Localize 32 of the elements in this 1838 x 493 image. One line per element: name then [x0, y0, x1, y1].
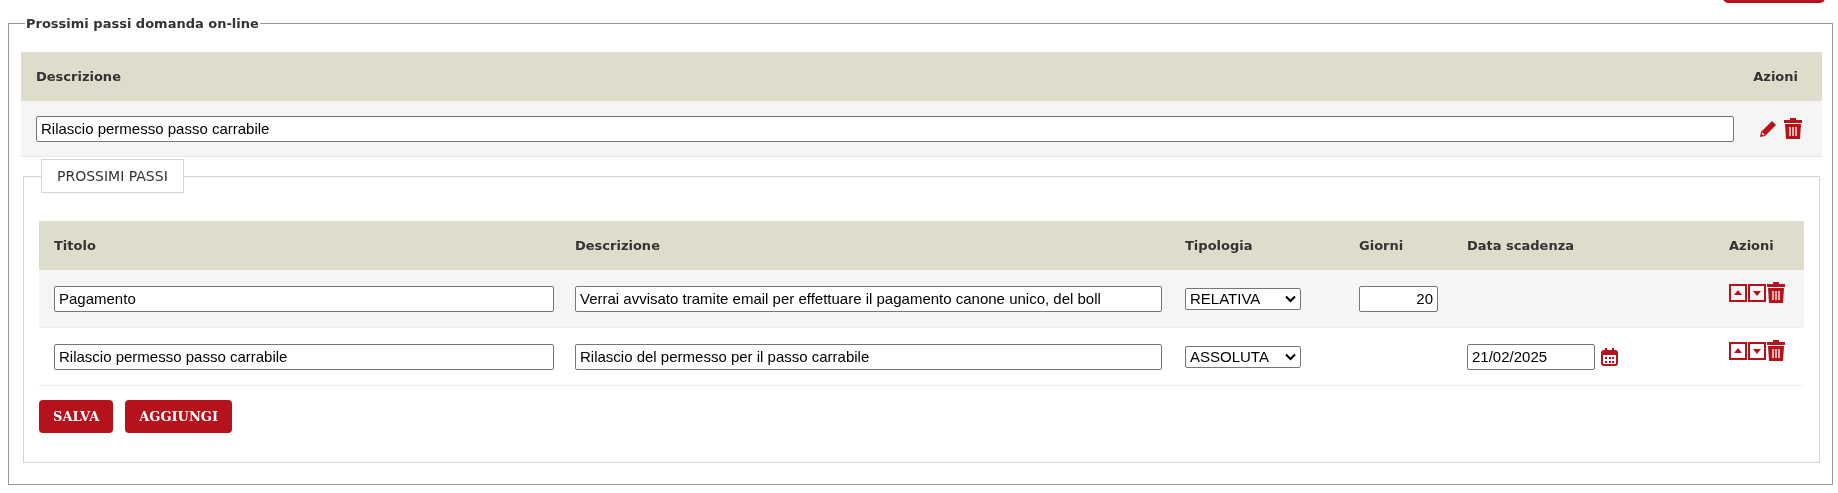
description-field[interactable]: Rilascio permesso passo carrabile	[36, 115, 1734, 142]
move-down-icon[interactable]	[1748, 341, 1766, 360]
chevron-down-icon[interactable]	[1285, 352, 1296, 361]
column-header: Descrizione	[36, 69, 121, 84]
column-header: Azioni	[1729, 238, 1775, 253]
column-header: Data scadenza	[1467, 238, 1575, 253]
description-field[interactable]: Rilascio del permesso per il passo carrabile	[575, 343, 1162, 370]
title-field[interactable]: Rilascio permesso passo carrabile	[54, 343, 554, 370]
trash-icon[interactable]	[1767, 340, 1785, 361]
trash-icon[interactable]	[1784, 118, 1802, 139]
column-header: Descrizione	[575, 238, 661, 253]
days-field[interactable]: 20	[1359, 285, 1438, 312]
move-down-icon[interactable]	[1748, 283, 1766, 302]
type-select[interactable]: ASSOLUTA	[1185, 345, 1301, 368]
column-header: Azioni	[1753, 69, 1798, 84]
calendar-icon[interactable]	[1601, 347, 1618, 366]
column-header: Giorni	[1359, 238, 1405, 253]
column-header: Tipologia	[1185, 238, 1254, 253]
type-select[interactable]: RELATIVA	[1185, 287, 1301, 310]
steps-title: PROSSIMI PASSI	[41, 159, 184, 193]
chevron-down-icon[interactable]	[1285, 294, 1296, 303]
description-field[interactable]: Verrai avvisato tramite email per effettuare il pagamento canone unico, del boll	[575, 285, 1162, 312]
trash-icon[interactable]	[1767, 282, 1785, 303]
date-field[interactable]: 21/02/2025	[1467, 343, 1595, 370]
action-button[interactable]: AGGIUNGI	[125, 400, 233, 433]
section-title: Prossimi passi domanda on-line	[25, 16, 260, 31]
action-button[interactable]: SALVA	[39, 400, 114, 433]
move-up-icon[interactable]	[1729, 283, 1747, 302]
pencil-icon[interactable]	[1758, 118, 1778, 139]
column-header: Titolo	[54, 238, 97, 253]
move-up-icon[interactable]	[1729, 341, 1747, 360]
title-field[interactable]: Pagamento	[54, 285, 554, 312]
